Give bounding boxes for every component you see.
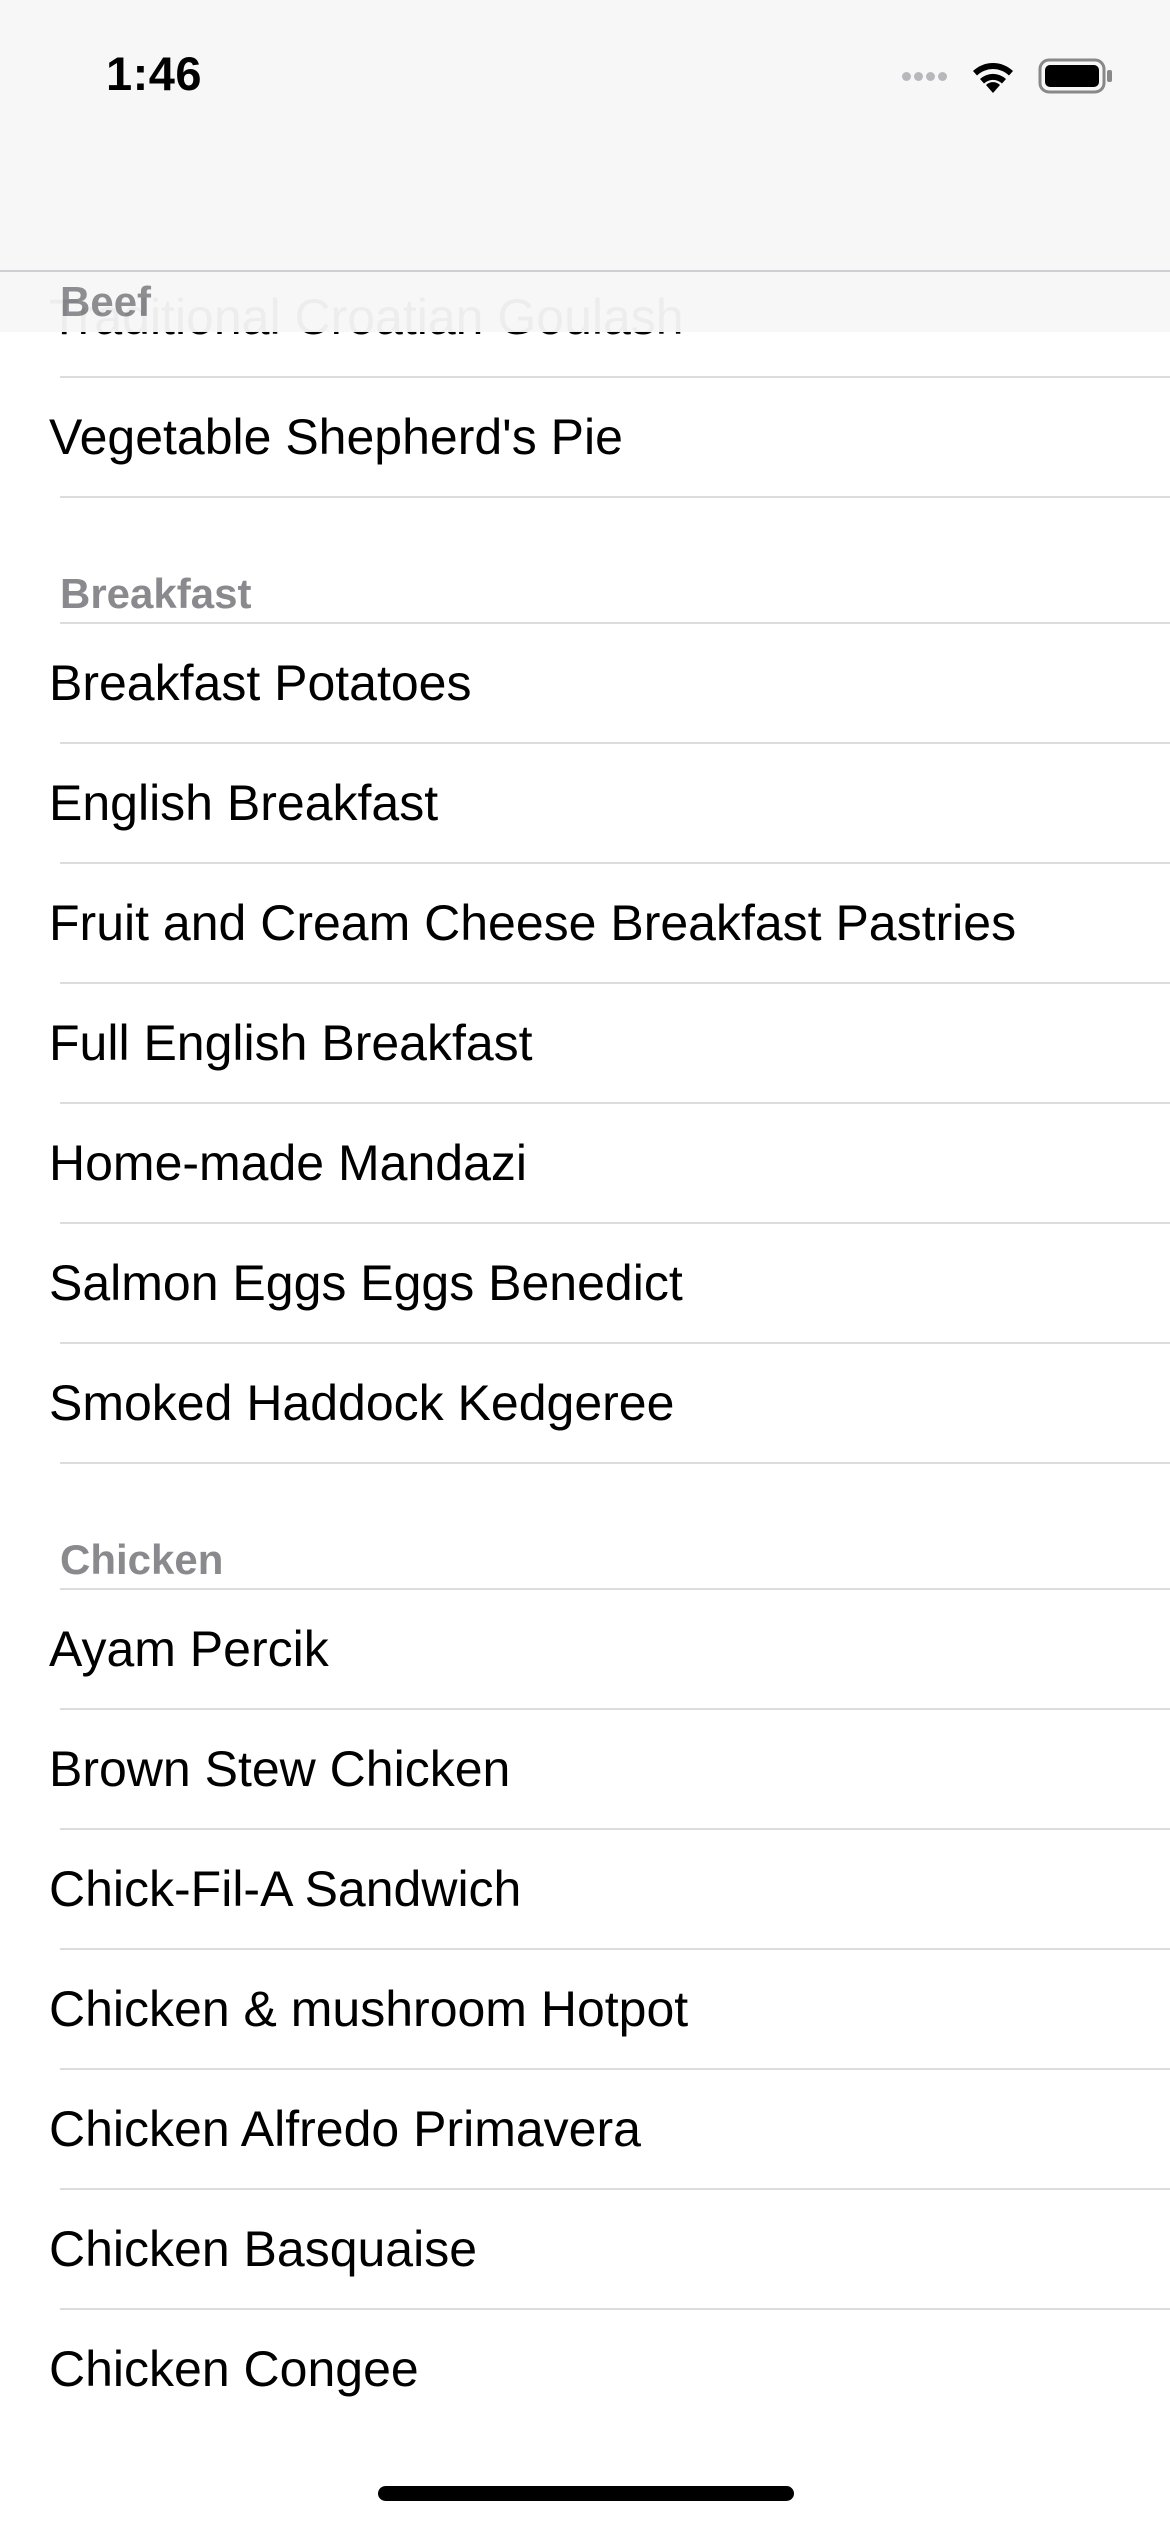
list-item-label: Salmon Eggs Eggs Benedict: [49, 1255, 683, 1311]
list-item[interactable]: Vegetable Shepherd's Pie: [0, 378, 1170, 498]
cellular-signal-icon: [902, 71, 950, 81]
row-separator: [60, 1462, 1170, 1464]
list-item[interactable]: Smoked Haddock Kedgeree: [0, 1344, 1170, 1464]
list-item[interactable]: Home-made Mandazi: [0, 1104, 1170, 1224]
status-time: 1:46: [106, 47, 203, 100]
list-item-label: English Breakfast: [49, 775, 439, 831]
list-item[interactable]: English Breakfast: [0, 744, 1170, 864]
list-item[interactable]: Chick-Fil-A Sandwich: [0, 1830, 1170, 1950]
list-item-label: Full English Breakfast: [49, 1015, 533, 1071]
battery-icon: [1038, 58, 1112, 94]
sticky-section-header: Beef: [0, 272, 1170, 332]
status-icons: [902, 52, 1114, 100]
navigation-bar: 1:46: [0, 0, 1170, 272]
section-header-chicken: Chicken: [60, 1536, 224, 1583]
list-item-label: Chicken & mushroom Hotpot: [49, 1981, 689, 2037]
list-item[interactable]: Brown Stew Chicken: [0, 1710, 1170, 1830]
list-item[interactable]: Chicken Basquaise: [0, 2190, 1170, 2310]
list-item[interactable]: Salmon Eggs Eggs Benedict: [0, 1224, 1170, 1344]
list-item[interactable]: Fruit and Cream Cheese Breakfast Pastrie…: [0, 864, 1170, 984]
list-item-label: Brown Stew Chicken: [49, 1741, 511, 1797]
list-item-label: Chick-Fil-A Sandwich: [49, 1861, 522, 1917]
list-item-label: Smoked Haddock Kedgeree: [49, 1375, 675, 1431]
section-header-beef: Beef: [60, 278, 152, 325]
list-item[interactable]: Chicken & mushroom Hotpot: [0, 1950, 1170, 2070]
list-item-label: Chicken Alfredo Primavera: [49, 2101, 641, 2157]
list-item-label: Home-made Mandazi: [49, 1135, 527, 1191]
list-item-label: Chicken Basquaise: [49, 2221, 478, 2277]
list-item-label: Vegetable Shepherd's Pie: [49, 409, 623, 465]
list-item-label: Breakfast Potatoes: [49, 655, 472, 711]
wifi-icon: [973, 63, 1013, 93]
list-item[interactable]: Full English Breakfast: [0, 984, 1170, 1104]
section-header-breakfast: Breakfast: [60, 570, 252, 617]
row-separator: [60, 496, 1170, 498]
list-item[interactable]: Chicken Congee: [0, 2310, 1170, 2430]
home-indicator[interactable]: [378, 2486, 794, 2501]
recipe-list[interactable]: Traditional Croatian Goulash Vegetable S…: [0, 0, 1170, 2532]
list-item[interactable]: Breakfast Potatoes: [0, 624, 1170, 744]
list-item-label: Chicken Congee: [49, 2341, 419, 2397]
list-item[interactable]: Chicken Alfredo Primavera: [0, 2070, 1170, 2190]
list-item-label: Fruit and Cream Cheese Breakfast Pastrie…: [49, 895, 1017, 951]
list-item[interactable]: Ayam Percik: [0, 1590, 1170, 1710]
list-item-label: Ayam Percik: [49, 1621, 329, 1677]
